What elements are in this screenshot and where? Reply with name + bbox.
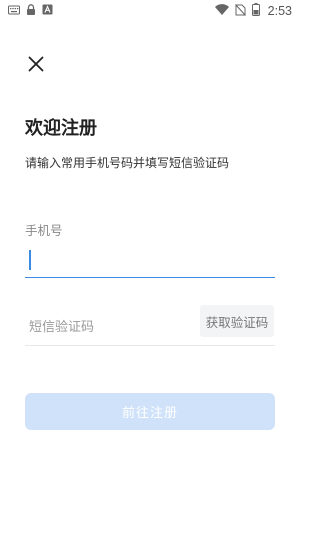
close-icon [28, 56, 44, 76]
status-time: 2:53 [267, 4, 292, 18]
get-code-button[interactable]: 获取验证码 [200, 305, 274, 337]
page-title: 欢迎注册 [25, 118, 97, 139]
page-subtitle: 请输入常用手机号码并填写短信验证码 [25, 156, 230, 170]
lock-icon [26, 4, 36, 18]
status-left [8, 4, 53, 18]
register-screen: 2:53 欢迎注册 请输入常用手机号码并填写短信验证码 手机号 获取验证码 前往… [0, 0, 300, 533]
register-button[interactable]: 前往注册 [25, 393, 275, 430]
no-sim-icon [234, 3, 246, 19]
phone-label: 手机号 [25, 223, 63, 238]
status-right: 2:53 [214, 3, 292, 19]
text-caret [29, 250, 31, 270]
status-bar: 2:53 [0, 0, 300, 22]
wifi-icon [214, 4, 229, 18]
keyboard-icon [8, 4, 20, 18]
close-button[interactable] [24, 54, 48, 78]
phone-input[interactable] [25, 244, 275, 278]
battery-icon [251, 3, 260, 19]
a-icon [42, 4, 53, 18]
